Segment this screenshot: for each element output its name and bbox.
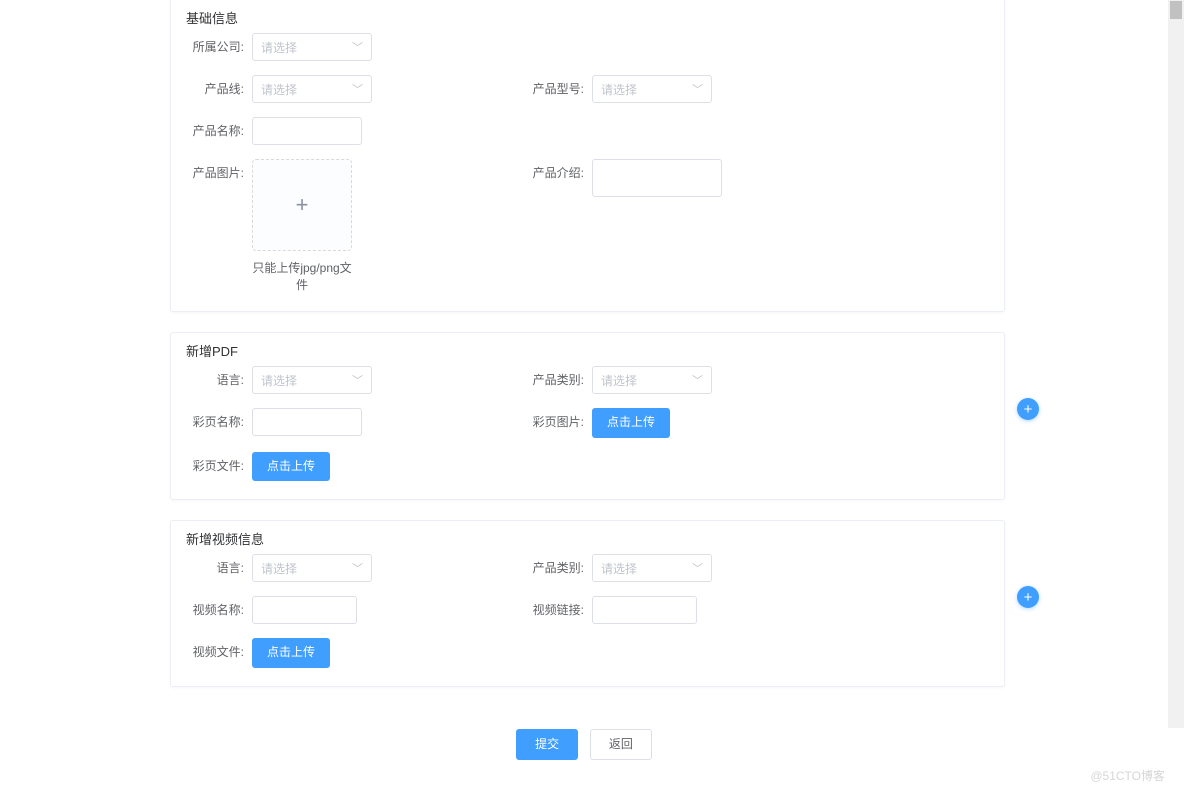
- scrollbar-thumb[interactable]: [1170, 1, 1182, 19]
- chevron-down-icon: ﹀: [352, 560, 363, 576]
- textarea-product-intro[interactable]: [592, 159, 722, 197]
- upload-page-image-button[interactable]: 点击上传: [592, 408, 670, 438]
- select-pdf-category[interactable]: 请选择 ﹀: [592, 366, 712, 394]
- label-pdf-category: 产品类别:: [526, 366, 592, 394]
- label-video-file: 视频文件:: [186, 638, 252, 666]
- back-button[interactable]: 返回: [590, 729, 652, 761]
- plus-icon: +: [296, 192, 309, 218]
- select-placeholder: 请选择: [261, 560, 352, 577]
- add-video-button[interactable]: +: [1017, 586, 1039, 608]
- section-title-basic: 基础信息: [186, 8, 989, 27]
- section-title-pdf: 新增PDF: [186, 341, 989, 360]
- label-page-file: 彩页文件:: [186, 452, 252, 480]
- card-add-pdf: + 新增PDF 语言: 请选择 ﹀ 产品类别: 请选择 ﹀: [170, 332, 1005, 500]
- select-placeholder: 请选择: [261, 372, 352, 389]
- chevron-down-icon: ﹀: [352, 81, 363, 97]
- select-pdf-language[interactable]: 请选择 ﹀: [252, 366, 372, 394]
- input-video-link[interactable]: [592, 596, 697, 624]
- plus-icon: +: [1024, 589, 1033, 606]
- card-basic-info: 基础信息 所属公司: 请选择 ﹀ 产品线: 请选择 ﹀: [170, 0, 1005, 312]
- select-placeholder: 请选择: [601, 560, 692, 577]
- input-video-name[interactable]: [252, 596, 357, 624]
- select-product-line[interactable]: 请选择 ﹀: [252, 75, 372, 103]
- select-company[interactable]: 请选择 ﹀: [252, 33, 372, 61]
- watermark: @51CTO博客: [1090, 767, 1165, 784]
- select-video-category[interactable]: 请选择 ﹀: [592, 554, 712, 582]
- select-product-model[interactable]: 请选择 ﹀: [592, 75, 712, 103]
- upload-hint: 只能上传jpg/png文件: [252, 259, 352, 293]
- card-add-video: + 新增视频信息 语言: 请选择 ﹀ 产品类别: 请选择 ﹀: [170, 520, 1005, 687]
- input-product-name[interactable]: [252, 117, 362, 145]
- select-video-language[interactable]: 请选择 ﹀: [252, 554, 372, 582]
- label-page-name: 彩页名称:: [186, 408, 252, 436]
- chevron-down-icon: ﹀: [692, 372, 703, 388]
- label-product-name: 产品名称:: [186, 117, 252, 145]
- label-product-line: 产品线:: [186, 75, 252, 103]
- label-product-intro: 产品介绍:: [526, 159, 592, 187]
- label-company: 所属公司:: [186, 33, 252, 61]
- label-product-model: 产品型号:: [526, 75, 592, 103]
- select-placeholder: 请选择: [601, 372, 692, 389]
- upload-product-image[interactable]: +: [252, 159, 352, 251]
- label-video-link: 视频链接:: [526, 596, 592, 624]
- chevron-down-icon: ﹀: [692, 560, 703, 576]
- scrollbar-track[interactable]: [1168, 0, 1184, 728]
- chevron-down-icon: ﹀: [352, 372, 363, 388]
- select-placeholder: 请选择: [261, 39, 352, 56]
- submit-button[interactable]: 提交: [516, 729, 578, 761]
- label-page-image: 彩页图片:: [526, 408, 592, 436]
- upload-video-file-button[interactable]: 点击上传: [252, 638, 330, 668]
- input-page-name[interactable]: [252, 408, 362, 436]
- plus-icon: +: [1024, 401, 1033, 418]
- footer-actions: 提交 返回: [0, 729, 1168, 761]
- section-title-video: 新增视频信息: [186, 529, 989, 548]
- add-pdf-button[interactable]: +: [1017, 398, 1039, 420]
- label-video-name: 视频名称:: [186, 596, 252, 624]
- upload-page-file-button[interactable]: 点击上传: [252, 452, 330, 482]
- chevron-down-icon: ﹀: [352, 39, 363, 55]
- label-product-image: 产品图片:: [186, 159, 252, 187]
- label-video-category: 产品类别:: [526, 554, 592, 582]
- label-pdf-language: 语言:: [186, 366, 252, 394]
- label-video-language: 语言:: [186, 554, 252, 582]
- select-placeholder: 请选择: [261, 81, 352, 98]
- chevron-down-icon: ﹀: [692, 81, 703, 97]
- select-placeholder: 请选择: [601, 81, 692, 98]
